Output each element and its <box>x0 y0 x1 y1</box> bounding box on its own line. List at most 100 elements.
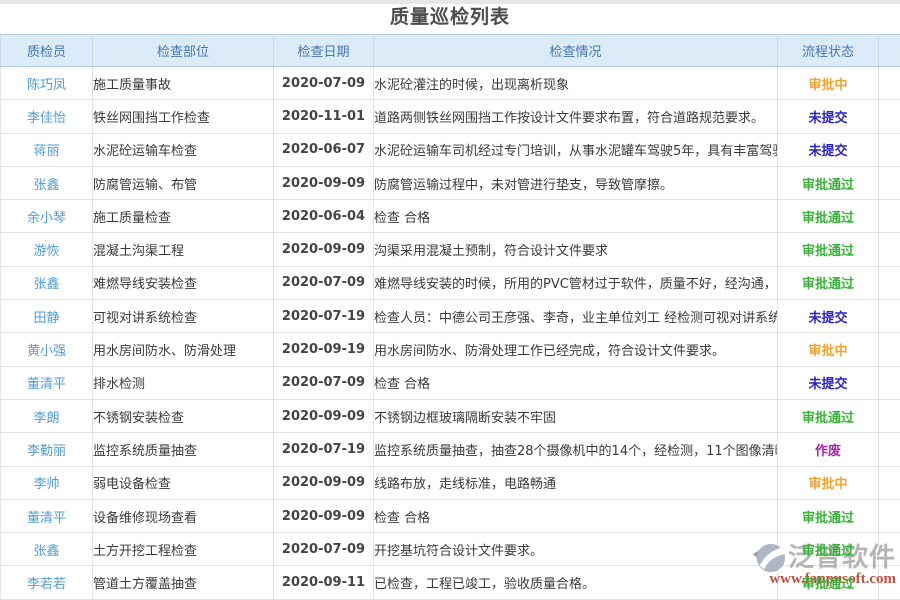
table-row: 田静 可视对讲系统检查2020-07-19检查人员：中德公司王彦强、李奇，业主单位… <box>1 300 900 333</box>
inspection-table-body: 陈巧凤施工质量事故2020-07-09水泥砼灌注的时候，出现离析现象审批中李佳怡… <box>1 67 900 600</box>
inspector-cell: 游恢 <box>1 233 93 266</box>
inspection-situation: 线路布放，走线标准，电路畅通 <box>374 466 778 499</box>
inspector-link[interactable]: 李若若 <box>27 577 66 592</box>
inspection-date: 2020-09-09 <box>274 499 374 532</box>
status-badge[interactable]: 审批通过 <box>802 277 854 292</box>
clipped-cell <box>879 399 900 432</box>
table-row: 游恢混凝土沟渠工程2020-09-09沟渠采用混凝土预制，符合设计文件要求审批通… <box>1 233 900 266</box>
status-badge[interactable]: 作废 <box>815 444 841 459</box>
col-header-clipped <box>879 35 900 67</box>
clipped-cell <box>879 266 900 299</box>
inspector-cell: 黄小强 <box>1 333 93 366</box>
clipped-cell <box>879 67 900 100</box>
inspector-cell: 陈巧凤 <box>1 67 93 100</box>
inspection-part: 施工质量检查 <box>93 200 274 233</box>
table-row: 张鑫防腐管运输、布管2020-09-09防腐管运输过程中，未对管进行垫支，导致管… <box>1 166 900 199</box>
clipped-cell <box>879 366 900 399</box>
status-badge[interactable]: 审批通过 <box>802 244 854 259</box>
table-row: 李帅 弱电设备检查2020-09-09线路布放，走线标准，电路畅通 审批中 <box>1 466 900 499</box>
status-badge[interactable]: 审批通过 <box>802 544 854 559</box>
inspector-link[interactable]: 张鑫 <box>33 277 59 292</box>
table-row: 李佳怡铁丝网围挡工作检查2020-11-01道路两侧铁丝网围挡工作按设计文件要求… <box>1 100 900 133</box>
inspection-date: 2020-07-19 <box>274 300 374 333</box>
inspection-part: 排水检测 <box>93 366 274 399</box>
inspector-link[interactable]: 黄小强 <box>27 344 66 359</box>
inspector-cell: 李佳怡 <box>1 100 93 133</box>
table-row: 李勤丽监控系统质量抽查2020-07-19监控系统质量抽查，抽查28个摄像机中的… <box>1 433 900 466</box>
status-cell: 审批通过 <box>778 266 879 299</box>
inspector-cell: 李帅 <box>1 466 93 499</box>
inspector-link[interactable]: 田静 <box>33 311 59 326</box>
status-badge[interactable]: 审批通过 <box>802 411 854 426</box>
inspection-situation: 检查 合格 <box>374 499 778 532</box>
status-cell: 审批通过 <box>778 499 879 532</box>
inspection-date: 2020-09-09 <box>274 466 374 499</box>
status-cell: 审批通过 <box>778 399 879 432</box>
inspector-link[interactable]: 李勤丽 <box>27 444 66 459</box>
inspection-date: 2020-07-09 <box>274 533 374 566</box>
clipped-cell <box>879 566 900 599</box>
inspection-situation: 水泥砼灌注的时候，出现离析现象 <box>374 67 778 100</box>
inspector-cell: 张鑫 <box>1 166 93 199</box>
inspection-part: 弱电设备检查 <box>93 466 274 499</box>
inspection-situation: 检查人员：中德公司王彦强、李奇，业主单位刘工 经检测可视对讲系统... <box>374 300 778 333</box>
status-badge[interactable]: 审批中 <box>808 344 847 359</box>
inspector-cell: 张鑫 <box>1 266 93 299</box>
status-cell: 审批通过 <box>778 166 879 199</box>
status-badge[interactable]: 未提交 <box>808 144 847 159</box>
status-badge[interactable]: 未提交 <box>808 311 847 326</box>
table-row: 余小琴 施工质量检查2020-06-04检查 合格 审批通过 <box>1 200 900 233</box>
inspection-part: 可视对讲系统检查 <box>93 300 274 333</box>
inspector-cell: 董清平 <box>1 499 93 532</box>
inspection-part: 监控系统质量抽查 <box>93 433 274 466</box>
status-badge[interactable]: 审批通过 <box>802 211 854 226</box>
inspector-link[interactable]: 陈巧凤 <box>27 78 66 93</box>
inspection-date: 2020-09-11 <box>274 566 374 599</box>
inspector-link[interactable]: 游恢 <box>33 244 59 259</box>
table-row: 李若若 管道土方覆盖抽查2020-09-11已检查，工程已竣工，验收质量合格。 审批… <box>1 566 900 599</box>
table-row: 陈巧凤施工质量事故2020-07-09水泥砼灌注的时候，出现离析现象审批中 <box>1 67 900 100</box>
inspection-situation: 检查 合格 <box>374 200 778 233</box>
status-cell: 未提交 <box>778 133 879 166</box>
inspection-date: 2020-06-04 <box>274 200 374 233</box>
table-row: 黄小强用水房间防水、防滑处理2020-09-19用水房间防水、防滑处理工作已经完… <box>1 333 900 366</box>
inspector-link[interactable]: 李帅 <box>33 477 59 492</box>
inspection-situation: 用水房间防水、防滑处理工作已经完成，符合设计文件要求。 <box>374 333 778 366</box>
inspector-link[interactable]: 张鑫 <box>33 178 59 193</box>
inspector-cell: 田静 <box>1 300 93 333</box>
inspection-part: 管道土方覆盖抽查 <box>93 566 274 599</box>
inspector-cell: 余小琴 <box>1 200 93 233</box>
status-badge[interactable]: 审批通过 <box>802 577 854 592</box>
inspection-situation: 水泥砼运输车司机经过专门培训，从事水泥罐车驾驶5年，具有丰富驾驶... <box>374 133 778 166</box>
inspection-part: 水泥砼运输车检查 <box>93 133 274 166</box>
inspection-situation: 监控系统质量抽查，抽查28个摄像机中的14个，经检测，11个图像清晰... <box>374 433 778 466</box>
inspector-cell: 李若若 <box>1 566 93 599</box>
inspector-link[interactable]: 蒋丽 <box>33 144 59 159</box>
inspector-link[interactable]: 李佳怡 <box>27 111 66 126</box>
inspection-situation: 开挖基坑符合设计文件要求。 <box>374 533 778 566</box>
inspection-situation: 已检查，工程已竣工，验收质量合格。 <box>374 566 778 599</box>
inspector-link[interactable]: 李朗 <box>33 411 59 426</box>
clipped-cell <box>879 100 900 133</box>
status-badge[interactable]: 审批通过 <box>802 511 854 526</box>
status-cell: 审批通过 <box>778 566 879 599</box>
inspection-situation: 沟渠采用混凝土预制，符合设计文件要求 <box>374 233 778 266</box>
inspector-link[interactable]: 董清平 <box>27 377 66 392</box>
inspection-part: 设备维修现场查看 <box>93 499 274 532</box>
clipped-cell <box>879 300 900 333</box>
status-badge[interactable]: 审批中 <box>808 477 847 492</box>
status-badge[interactable]: 未提交 <box>808 111 847 126</box>
inspector-link[interactable]: 张鑫 <box>33 544 59 559</box>
inspector-link[interactable]: 余小琴 <box>27 211 66 226</box>
status-badge[interactable]: 审批中 <box>808 78 847 93</box>
inspection-date: 2020-07-09 <box>274 67 374 100</box>
status-badge[interactable]: 审批通过 <box>802 178 854 193</box>
col-header-status: 流程状态 <box>778 35 879 67</box>
inspector-cell: 李勤丽 <box>1 433 93 466</box>
inspection-date: 2020-07-09 <box>274 266 374 299</box>
inspection-part: 铁丝网围挡工作检查 <box>93 100 274 133</box>
inspection-part: 土方开挖工程检查 <box>93 533 274 566</box>
inspector-link[interactable]: 董清平 <box>27 511 66 526</box>
inspector-cell: 张鑫 <box>1 533 93 566</box>
status-badge[interactable]: 未提交 <box>808 377 847 392</box>
